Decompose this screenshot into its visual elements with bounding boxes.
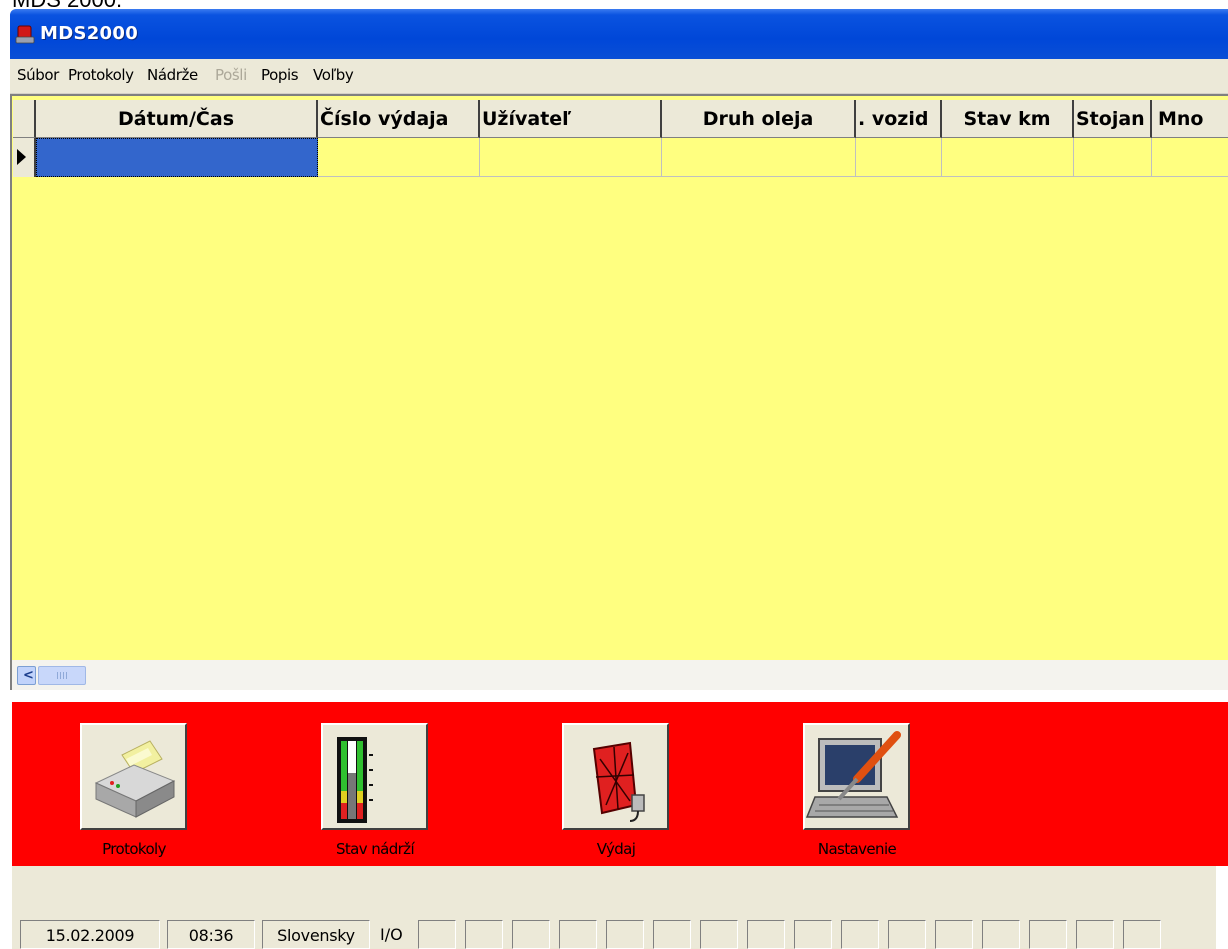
grid-cell[interactable]	[318, 138, 480, 177]
action-panel: Protokoly Stav nádrží Výdaj Nastavenie	[12, 700, 1228, 866]
vydaj-button[interactable]	[562, 723, 669, 830]
io-indicator	[1029, 920, 1067, 949]
row-pointer-icon	[17, 149, 26, 165]
status-io-label: I/O	[380, 925, 403, 944]
column-header-mnozstvo[interactable]: Mno	[1152, 100, 1228, 138]
io-indicator	[606, 920, 644, 949]
caption: MDS 2000.	[12, 0, 122, 9]
io-indicator	[1076, 920, 1114, 949]
title-bar[interactable]: MDS2000	[10, 9, 1228, 59]
stav-nadrzi-label: Stav nádrží	[335, 840, 415, 858]
column-header-vozidlo[interactable]: . vozid	[856, 100, 942, 138]
io-indicator	[512, 920, 550, 949]
io-indicator	[794, 920, 832, 949]
menu-popis[interactable]: Popis	[261, 66, 299, 84]
menu-nadrze[interactable]: Nádrže	[147, 66, 198, 84]
scroll-thumb[interactable]	[38, 666, 86, 685]
printer-icon	[94, 740, 176, 818]
window-title: MDS2000	[40, 23, 139, 44]
row-indicator[interactable]	[13, 138, 36, 177]
grid-corner	[13, 100, 36, 138]
protokoly-label: Protokoly	[102, 840, 166, 858]
nastavenie-label: Nastavenie	[817, 840, 897, 858]
scroll-left-button[interactable]: <	[17, 666, 36, 685]
io-indicator	[747, 920, 785, 949]
menu-volby[interactable]: Voľby	[313, 66, 354, 84]
grid-cell-selected[interactable]	[36, 138, 318, 177]
status-time: 08:36	[167, 920, 255, 949]
grip-icon	[57, 672, 67, 679]
menu-posli[interactable]: Pošli	[215, 66, 247, 84]
settings-computer-icon	[805, 731, 901, 818]
column-header-stojan[interactable]: Stojan	[1074, 100, 1152, 138]
column-header-cislo-vydaja[interactable]: Číslo výdaja	[318, 100, 480, 138]
protokoly-button[interactable]	[80, 723, 187, 830]
chevron-left-icon: <	[23, 668, 34, 683]
io-indicator	[465, 920, 503, 949]
status-date: 15.02.2009	[20, 920, 160, 949]
vydaj-label: Výdaj	[596, 840, 636, 858]
grid-cell[interactable]	[1074, 138, 1152, 177]
column-header-datum-cas[interactable]: Dátum/Čas	[36, 100, 318, 138]
grid-cell[interactable]	[1152, 138, 1228, 177]
menu-protokoly[interactable]: Protokoly	[68, 66, 134, 84]
menu-subor[interactable]: Súbor	[17, 66, 59, 84]
dispenser-icon	[592, 741, 645, 822]
io-indicator	[888, 920, 926, 949]
io-indicator	[982, 920, 1020, 949]
io-indicator	[1123, 920, 1161, 949]
stav-nadrzi-button[interactable]	[321, 723, 428, 830]
io-indicator	[841, 920, 879, 949]
data-grid[interactable]	[10, 94, 1228, 690]
tank-level-icon	[337, 737, 373, 823]
grid-cell[interactable]	[856, 138, 942, 177]
io-indicator	[700, 920, 738, 949]
horizontal-scrollbar[interactable]: <	[12, 660, 1228, 690]
io-indicator	[935, 920, 973, 949]
io-indicator	[653, 920, 691, 949]
column-header-druh-oleja[interactable]: Druh oleja	[662, 100, 856, 138]
app-icon	[15, 25, 35, 44]
status-language: Slovensky	[262, 920, 370, 949]
column-header-stav-km[interactable]: Stav km	[942, 100, 1074, 138]
menu-bar: Súbor Protokoly Nádrže Pošli Popis Voľby	[10, 59, 1228, 94]
grid-cell[interactable]	[480, 138, 662, 177]
grid-cell[interactable]	[662, 138, 856, 177]
grid-cell[interactable]	[942, 138, 1074, 177]
io-indicator	[559, 920, 597, 949]
io-indicator	[418, 920, 456, 949]
nastavenie-button[interactable]	[803, 723, 910, 830]
column-header-uzivatel[interactable]: Užívateľ	[480, 100, 662, 138]
